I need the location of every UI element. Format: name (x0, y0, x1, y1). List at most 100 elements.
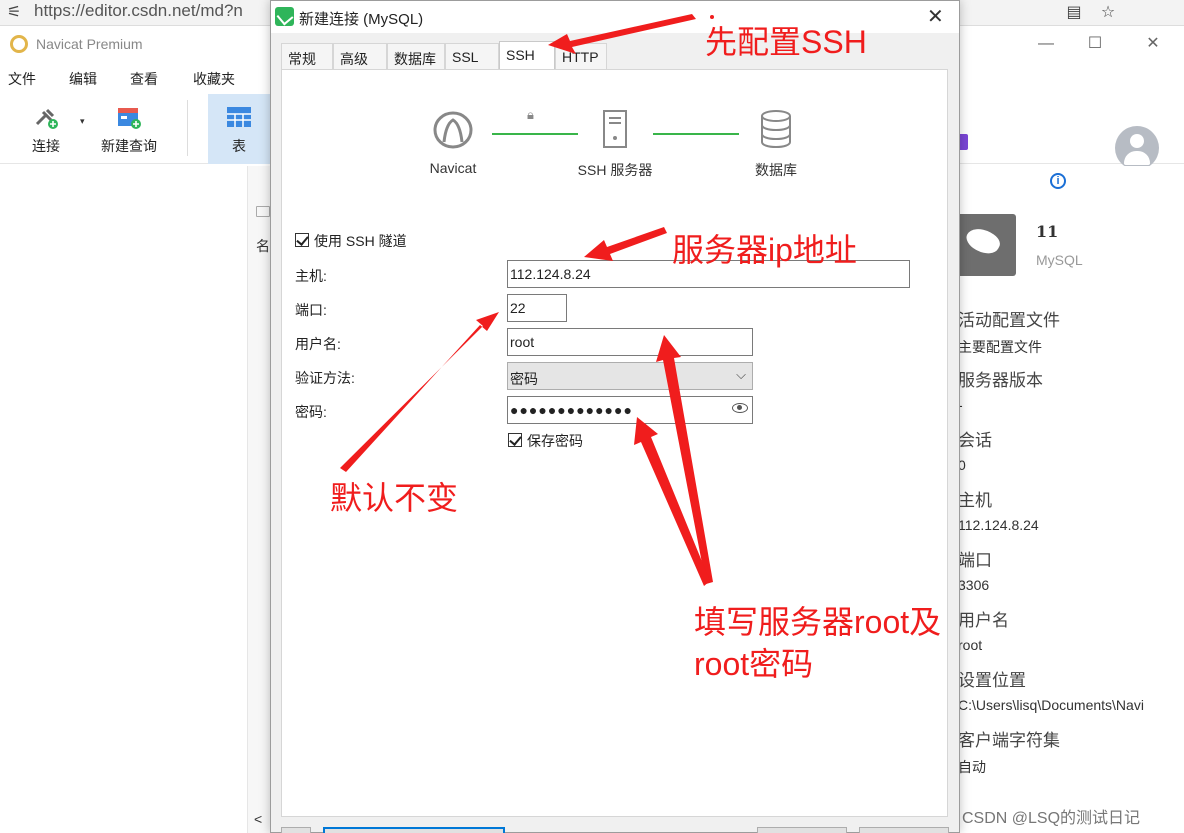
annotation-fill-root-line2: root密码 (694, 646, 814, 682)
annotation-default-unchanged: 默认不变 (330, 480, 459, 516)
new-query-button[interactable]: 新建查询 (96, 94, 162, 164)
browser-url[interactable]: https://editor.csdn.net/md?n (34, 1, 243, 21)
dialog-title: 新建连接 (MySQL) (299, 11, 424, 28)
cancel-button[interactable] (757, 827, 847, 833)
password-input[interactable]: ●●●●●●●●●●●●● (507, 396, 753, 424)
favorite-star-icon[interactable]: ☆ (1098, 2, 1118, 22)
table-label: 表 (232, 138, 246, 154)
username-label: 用户名: (295, 336, 341, 352)
annotation-fill-root-line1: 填写服务器root及 (694, 604, 942, 640)
info-active-profile: 活动配置文件 主要配置文件 (958, 306, 1060, 357)
info-client-charset: 客户端字符集 自动 (958, 726, 1060, 777)
minimize-icon[interactable]: — (1031, 32, 1061, 56)
csdn-watermark: CSDN @LSQ的测试日记 (962, 810, 1141, 827)
info-key: 活动配置文件 (958, 311, 1060, 330)
show-password-eye-icon[interactable] (732, 403, 748, 413)
port-label: 端口: (295, 302, 327, 318)
info-key: 端口 (958, 551, 992, 570)
ssh-tunnel-diagram: Navicat 🔒︎ SSH 服务器 数据库 (282, 70, 949, 210)
password-value: ●●●●●●●●●●●●● (510, 402, 633, 418)
navicat-logo-icon (10, 35, 28, 53)
auth-method-value: 密码 (510, 371, 538, 387)
info-port: 端口 3306 (958, 546, 992, 593)
reader-icon[interactable]: ▤ (1064, 2, 1084, 22)
connect-label: 连接 (32, 138, 60, 154)
info-icon[interactable]: i (1050, 173, 1066, 189)
tab-http[interactable]: HTTP (555, 43, 607, 71)
mysql-dolphin-icon (954, 214, 1016, 276)
connection-info-pane: i 11 MySQL 活动配置文件 主要配置文件 服务器版本 - 会话 0 主机… (948, 166, 1184, 833)
info-key: 客户端字符集 (958, 731, 1060, 750)
username-input[interactable]: root (507, 328, 753, 356)
test-connection-button[interactable] (281, 827, 311, 833)
app-title: Navicat Premium (36, 36, 143, 52)
annotation-configure-ssh: 先配置SSH (705, 24, 867, 60)
info-username: 用户名 root (958, 606, 1009, 653)
connection-name: 11 (1036, 222, 1059, 241)
diagram-node-ssh-server: SSH 服务器 (570, 108, 660, 180)
info-sessions: 会话 0 (958, 426, 992, 473)
tab-ssl[interactable]: SSL (445, 43, 499, 71)
tab-database[interactable]: 数据库 (387, 43, 445, 71)
menu-favorites[interactable]: 收藏夹 (193, 69, 235, 89)
info-host: 主机 112.124.8.24 (958, 486, 1039, 533)
user-avatar[interactable] (1115, 126, 1159, 170)
new-query-label: 新建查询 (101, 138, 157, 154)
close-icon[interactable]: ✕ (1138, 32, 1168, 56)
auth-method-select[interactable]: 密码 ⌵ (507, 362, 753, 390)
diagram-label-database: 数据库 (755, 162, 797, 178)
object-pane[interactable]: 名 < (248, 166, 270, 833)
info-key: 设置位置 (958, 671, 1026, 690)
info-key: 会话 (958, 431, 992, 450)
scroll-left-icon[interactable]: < (254, 811, 262, 827)
new-query-icon (118, 108, 141, 129)
info-value: 112.124.8.24 (958, 517, 1039, 533)
tab-ssh[interactable]: SSH (499, 41, 555, 71)
menu-view[interactable]: 查看 (130, 69, 158, 89)
tab-advanced[interactable]: 高级 (333, 43, 387, 71)
info-key: 主机 (958, 491, 992, 510)
info-key: 用户名 (958, 611, 1009, 630)
ok-button[interactable] (323, 827, 505, 833)
diagram-label-navicat: Navicat (429, 160, 477, 176)
save-password-checkbox[interactable] (508, 433, 522, 447)
navicat-icon (433, 111, 473, 149)
table-icon (227, 107, 251, 127)
server-icon (603, 110, 627, 148)
connection-type: MySQL (1036, 252, 1083, 268)
database-icon (761, 110, 791, 149)
info-value: - (958, 397, 963, 413)
plug-icon (35, 108, 58, 129)
use-ssh-tunnel-checkbox[interactable] (295, 233, 309, 247)
apply-button[interactable] (859, 827, 949, 833)
port-input[interactable]: 22 (507, 294, 567, 322)
info-settings-location: 设置位置 C:\Users\lisq\Documents\Navi (958, 666, 1144, 713)
info-value: C:\Users\lisq\Documents\Navi (958, 697, 1144, 713)
info-value: 主要配置文件 (958, 339, 1042, 355)
save-password-label: 保存密码 (527, 433, 583, 449)
diagram-link-2 (653, 133, 739, 135)
connect-dropdown-icon[interactable]: ▾ (80, 116, 85, 127)
info-value: root (958, 637, 983, 653)
tab-icon[interactable]: ⚟ (4, 2, 24, 22)
info-value: 自动 (958, 759, 986, 775)
annotation-server-ip: 服务器ip地址 (672, 232, 857, 268)
ssh-settings-panel: Navicat 🔒︎ SSH 服务器 数据库 使用 SSH 隧道 主机: 112… (281, 69, 948, 817)
menu-file[interactable]: 文件 (8, 69, 36, 89)
diagram-link-1 (492, 133, 578, 135)
name-column-header[interactable]: 名 (256, 236, 270, 256)
maximize-icon[interactable]: ☐ (1080, 32, 1110, 56)
lock-icon: 🔒︎ (527, 107, 534, 122)
info-key: 服务器版本 (958, 371, 1043, 390)
table-button[interactable]: 表 (208, 94, 270, 164)
toolbar-divider (187, 100, 188, 156)
navigation-pane[interactable] (0, 166, 248, 833)
folder-icon[interactable] (256, 206, 270, 217)
tab-general[interactable]: 常规 (281, 43, 333, 71)
info-value: 0 (958, 457, 966, 473)
chevron-down-icon: ⌵ (736, 367, 746, 382)
use-ssh-tunnel-label: 使用 SSH 隧道 (314, 233, 407, 249)
dialog-close-icon[interactable]: ✕ (927, 4, 944, 29)
connect-button[interactable]: 连接 (18, 94, 74, 164)
menu-edit[interactable]: 编辑 (69, 69, 97, 89)
